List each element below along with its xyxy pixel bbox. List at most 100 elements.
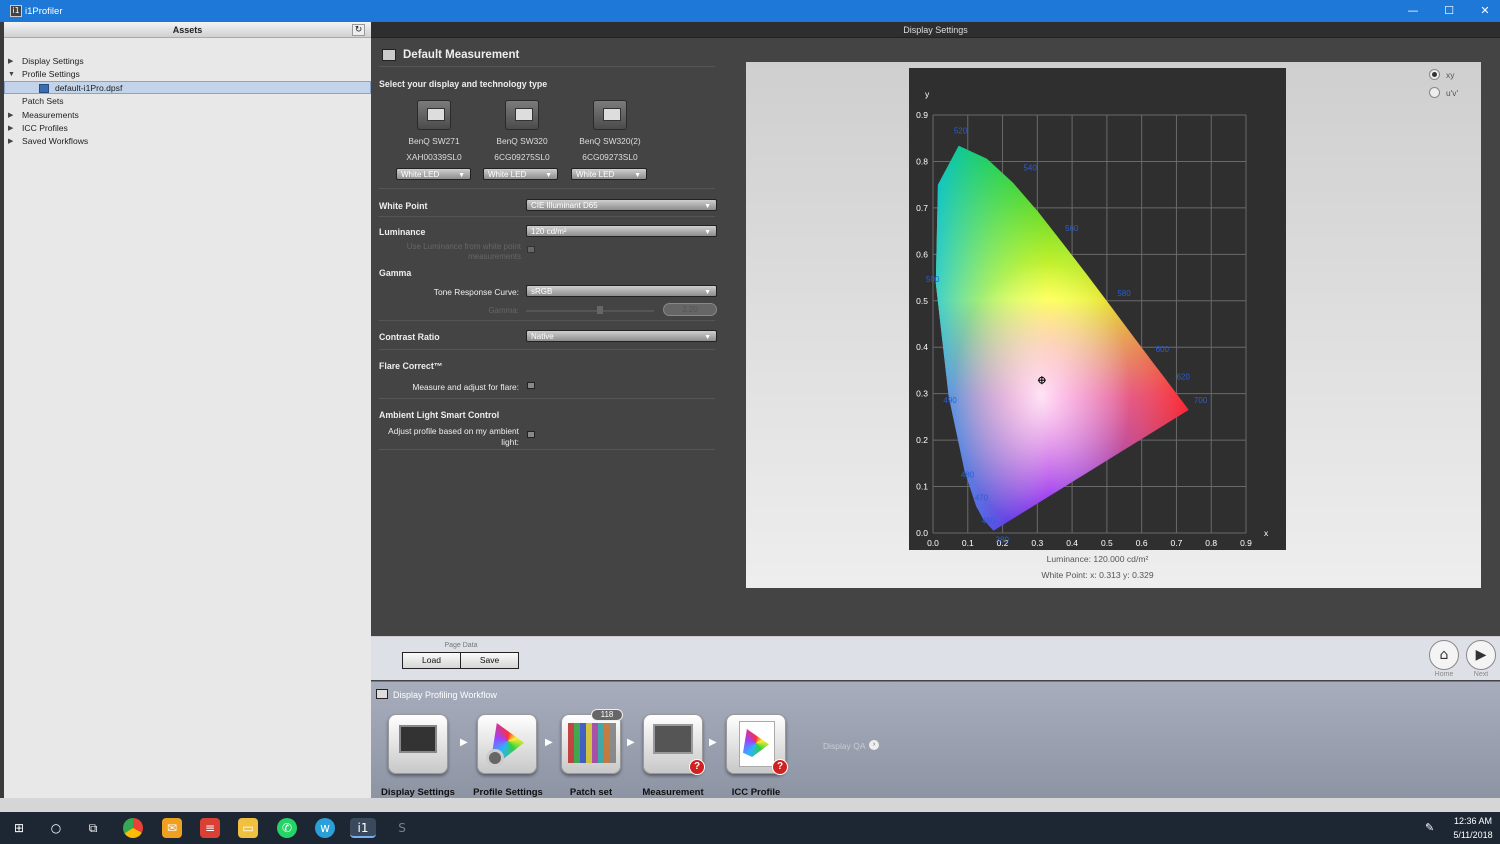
assets-panel: Assets ↻ ▶ Display Settings ▼ Profile Se… [4,22,371,798]
display-tech-dropdown[interactable]: White LED ▼ [571,168,647,180]
display-tech-dropdown[interactable]: White LED ▼ [396,168,471,180]
gamma-spinner[interactable]: 2.20 [663,303,717,316]
tree-item-icc-profiles[interactable]: ▶ ICC Profiles [4,122,371,135]
workflow-panel: Display Profiling Workflow ▶ ▶ 118 ▶ ? ▶… [371,681,1500,798]
patch-grid-icon [568,723,616,763]
play-icon: ▶ [1475,647,1487,663]
tree-item-display-settings[interactable]: ▶ Display Settings [4,55,371,68]
radio-xy-label: xy [1446,70,1455,80]
display-serial: 6CG09273SL0 [582,152,638,162]
radio-xy[interactable] [1429,69,1440,80]
monitor-icon [382,49,396,61]
refresh-icon[interactable]: ↻ [352,24,365,36]
x-tick-label: 0.7 [1171,538,1183,548]
wavelength-label: 520 [954,127,968,136]
display-monitor-icon[interactable] [593,100,627,130]
chrome-icon[interactable] [123,818,143,838]
save-button[interactable]: Save [460,652,519,669]
file-explorer-icon[interactable]: ▭ [238,818,258,838]
clock-time[interactable]: 12:36 AM [1448,816,1498,826]
app-w-icon[interactable]: w [315,818,335,838]
divider [379,349,715,350]
close-button[interactable]: ✕ [1467,0,1500,22]
white-point-dropdown[interactable]: CIE Illuminant D65 ▼ [526,199,717,211]
arrow-icon: ▶ [709,737,717,748]
wavelength-label: 500 [926,275,940,284]
clock-date[interactable]: 5/11/2018 [1448,830,1498,840]
tree-item-saved-workflows[interactable]: ▶ Saved Workflows [4,135,371,148]
tree-item-default-i1pro[interactable]: default-i1Pro.dpsf [4,81,371,94]
app-s-icon[interactable]: S [392,818,412,838]
collapse-arrow-icon[interactable]: ▼ [8,68,15,81]
wavelength-label: 470 [975,493,989,502]
next-label: Next [1473,671,1489,678]
display-name: BenQ SW320 [496,136,548,146]
error-badge-icon: ? [772,759,788,775]
ambient-checkbox[interactable] [527,431,535,438]
y-tick-label: 0.5 [916,296,928,306]
task-view-icon[interactable]: ⧉ [83,818,103,838]
y-tick-label: 0.2 [916,435,928,445]
windows-start-icon[interactable]: ⊞ [9,818,29,838]
step-profile-settings[interactable] [477,714,537,774]
pen-icon[interactable]: ✎ [1425,821,1434,834]
maximize-button[interactable]: ☐ [1431,0,1467,22]
load-button[interactable]: Load [402,652,461,669]
y-tick-label: 0.0 [916,528,928,538]
trc-dropdown[interactable]: sRGB ▼ [526,285,717,297]
display-tech-dropdown[interactable]: White LED ▼ [483,168,558,180]
panel-header: Display Settings [371,22,1500,38]
expand-arrow-icon[interactable]: ▶ [8,55,13,68]
ambient-option-line2: light: [501,437,519,447]
home-button[interactable]: ⌂ [1429,640,1459,670]
main-panel: Display Settings Default Measurement Sel… [371,22,1500,798]
wavelength-label: 480 [961,470,975,479]
display-monitor-icon[interactable] [417,100,451,130]
ambient-option-line1: Adjust profile based on my ambient [388,426,519,436]
whatsapp-icon[interactable]: ✆ [277,818,297,838]
flare-checkbox[interactable] [527,382,535,389]
tree-item-measurements[interactable]: ▶ Measurements [4,109,371,122]
section-title: Default Measurement [403,49,520,61]
wavelength-label: 460 [982,517,996,526]
tree-item-patch-sets[interactable]: Patch Sets [4,95,371,108]
expand-arrow-icon[interactable]: ▶ [8,109,13,122]
minimize-button[interactable]: — [1395,0,1431,22]
step-patch-set[interactable] [561,714,621,774]
monitor-brightness-icon [399,725,437,753]
contrast-dropdown[interactable]: Native ▼ [526,330,717,342]
search-circle-icon[interactable]: ○ [46,818,66,838]
step-label: Measurement [642,787,704,798]
title-bar: i1 i1Profiler — ☐ ✕ [0,0,1500,22]
x-tick-label: 0.1 [962,538,974,548]
display-monitor-icon[interactable] [505,100,539,130]
display-qa-link[interactable]: Display QA [823,741,866,751]
todoist-icon[interactable]: ≡ [200,818,220,838]
mail-icon[interactable]: ✉ [162,818,182,838]
i1profiler-taskbar-icon[interactable]: i1 [350,818,376,838]
tree-item-profile-settings[interactable]: ▼ Profile Settings [4,68,371,81]
y-tick-label: 0.7 [916,203,928,213]
arrow-icon: ▶ [545,737,553,748]
luminance-dropdown[interactable]: 120 cd/m² ▼ [526,225,717,237]
expand-arrow-icon[interactable]: ▶ [8,122,13,135]
divider [379,320,715,321]
next-button[interactable]: ▶ [1466,640,1496,670]
luminance-from-wp-checkbox[interactable] [527,246,535,253]
expand-arrow-icon[interactable]: ▶ [8,135,13,148]
radio-uv[interactable] [1429,87,1440,98]
white-point-readout: White Point: x: 0.313 y: 0.329 [1041,570,1154,580]
y-tick-label: 0.1 [916,482,928,492]
radio-uv-label: u'v' [1446,88,1459,98]
gamma-slider[interactable] [526,310,654,312]
wavelength-label: 490 [943,396,957,405]
x-tick-label: 0.4 [1066,538,1078,548]
step-label: Profile Settings [473,787,543,798]
divider [379,66,715,67]
arrow-icon: ▶ [460,737,468,748]
arrow-right-icon[interactable]: › [869,740,879,750]
app-icon: i1 [10,5,22,17]
step-display-settings[interactable] [388,714,448,774]
gamma-slider-thumb[interactable] [597,306,603,314]
luminance-readout: Luminance: 120.000 cd/m² [1046,554,1149,564]
